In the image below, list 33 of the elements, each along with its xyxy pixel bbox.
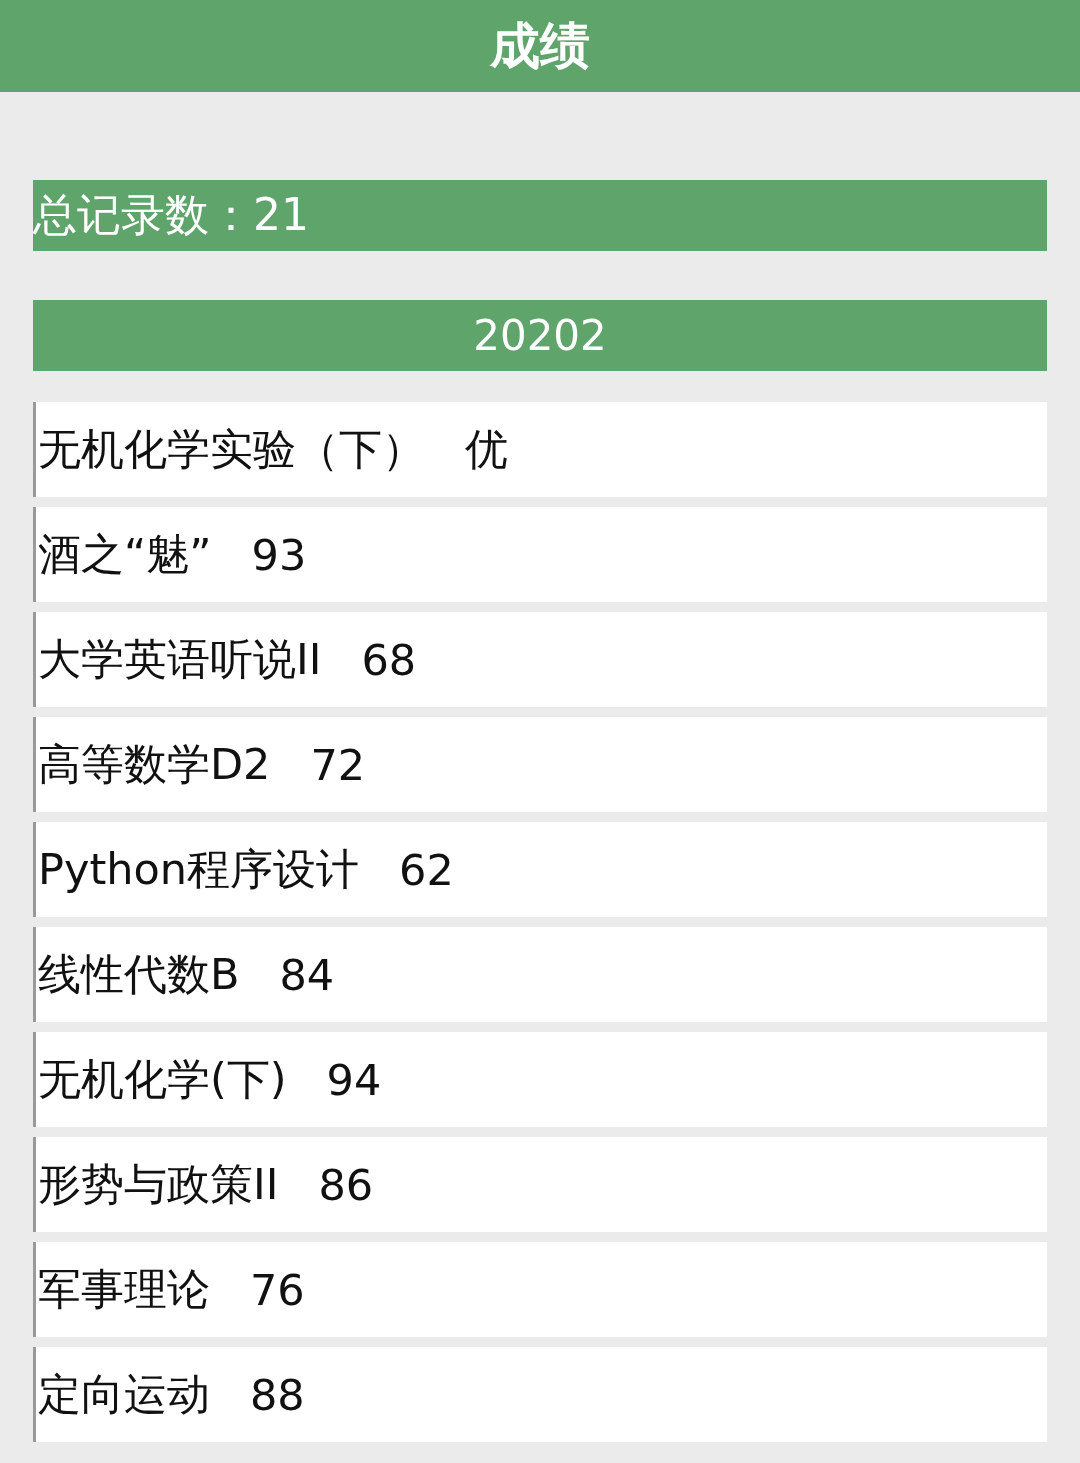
course-name: 酒之“魅” — [38, 527, 212, 581]
course-name: 军事理论 — [38, 1262, 210, 1316]
record-count: 总记录数：21 — [33, 180, 1047, 251]
course-grade: 93 — [251, 529, 307, 580]
course-name: 大学英语听说II — [38, 632, 322, 686]
course-grade: 68 — [361, 634, 417, 685]
course-name: 线性代数B — [38, 947, 240, 1001]
course-name: 高等数学D2 — [38, 737, 271, 791]
course-grade: 84 — [279, 949, 335, 1000]
course-grade: 86 — [318, 1159, 374, 1210]
course-row[interactable]: 定向运动 88 — [33, 1347, 1047, 1442]
course-grade: 88 — [250, 1369, 305, 1420]
course-grade: 72 — [310, 739, 366, 790]
course-name: 形势与政策II — [38, 1157, 279, 1211]
term-header: 20202 — [33, 300, 1047, 371]
course-grade: 优 — [465, 422, 508, 476]
course-row[interactable]: 无机化学实验（下） 优 — [33, 402, 1047, 497]
course-row[interactable]: 线性代数B 84 — [33, 927, 1047, 1022]
course-row[interactable]: 形势与政策II 86 — [33, 1137, 1047, 1232]
course-grade: 94 — [326, 1054, 382, 1105]
course-grade: 62 — [399, 844, 454, 895]
course-name: 无机化学实验（下） — [38, 422, 425, 476]
course-name: 无机化学(下) — [38, 1052, 287, 1106]
course-row[interactable]: Python程序设计 62 — [33, 822, 1047, 917]
course-row[interactable]: 高等数学D2 72 — [33, 717, 1047, 812]
course-row[interactable]: 军事理论 76 — [33, 1242, 1047, 1337]
course-row[interactable]: 无机化学(下) 94 — [33, 1032, 1047, 1127]
course-row[interactable]: 大学英语听说II 68 — [33, 612, 1047, 707]
course-row[interactable]: 酒之“魅” 93 — [33, 507, 1047, 602]
course-name: Python程序设计 — [38, 842, 360, 896]
course-name: 定向运动 — [38, 1367, 210, 1421]
course-grade: 76 — [250, 1264, 305, 1315]
page-title: 成绩 — [490, 15, 590, 77]
